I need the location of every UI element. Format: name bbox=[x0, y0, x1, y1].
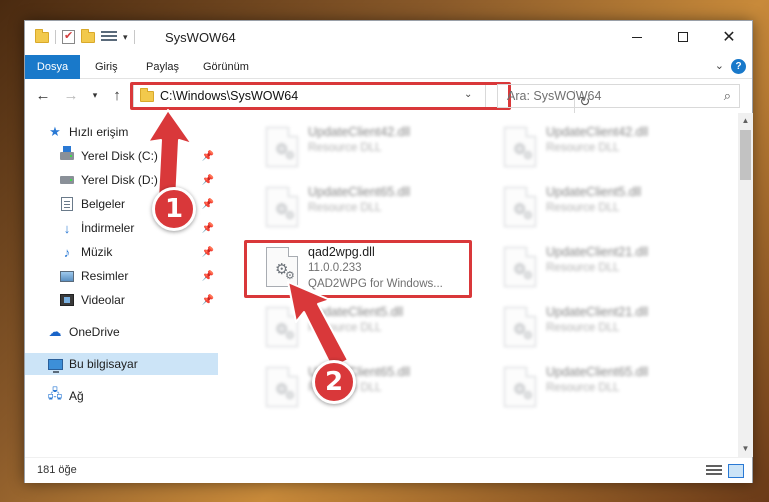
step-badge-2: 2 bbox=[312, 360, 356, 404]
annotation-arrows bbox=[147, 109, 349, 369]
step-badge-1: 1 bbox=[152, 187, 196, 231]
